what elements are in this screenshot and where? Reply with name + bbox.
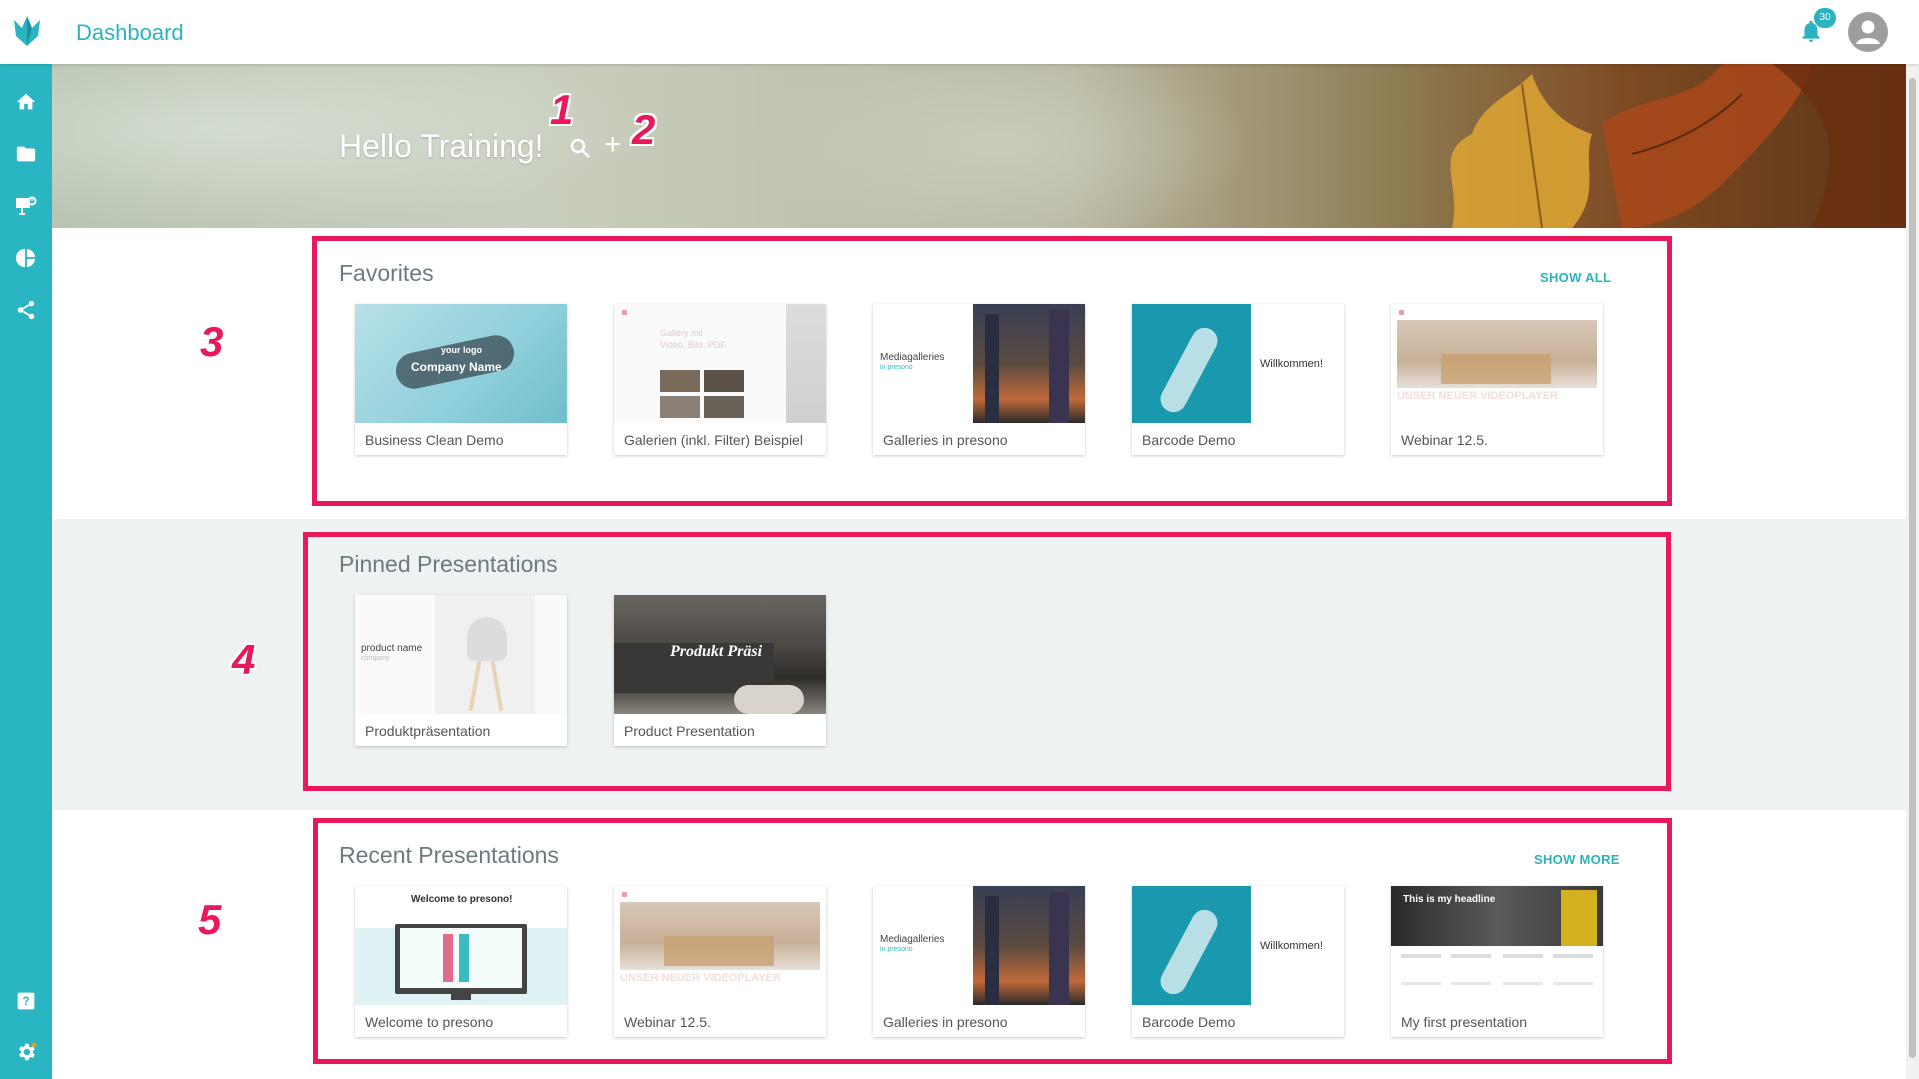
search-icon[interactable] (568, 136, 592, 160)
sidebar-item-home[interactable] (12, 88, 40, 116)
notification-badge: 30 (1814, 8, 1836, 28)
annotation-number: 2 (632, 106, 656, 153)
svg-text:?: ? (22, 995, 29, 1008)
annotation-box-favorites (312, 236, 1672, 506)
hero-banner (52, 64, 1906, 228)
annotation-number: 3 (200, 318, 224, 365)
pie-chart-icon (15, 248, 36, 268)
folder-icon (16, 146, 36, 162)
sidebar-item-share[interactable] (12, 296, 40, 324)
add-presentation-button[interactable]: + (604, 130, 622, 160)
greeting-heading: Hello Training! (339, 128, 544, 164)
top-bar: Dashboard 30 (0, 0, 1919, 64)
sidebar-item-settings[interactable] (12, 1038, 40, 1066)
help-icon: ? (17, 992, 35, 1010)
share-icon (17, 300, 35, 320)
page-title: Dashboard (76, 20, 184, 45)
annotation-box-pinned (303, 532, 1671, 791)
annotation-number: 1 (550, 86, 574, 133)
sidebar: ? (0, 64, 52, 1079)
user-icon (1856, 20, 1880, 44)
annotation-number: 4 (232, 636, 256, 683)
scrollbar-thumb[interactable] (1909, 78, 1916, 1058)
annotation-box-recent (313, 818, 1672, 1064)
avatar[interactable] (1848, 12, 1888, 52)
gear-icon (19, 1042, 37, 1061)
sidebar-item-help[interactable]: ? (12, 987, 40, 1015)
app-logo-icon[interactable] (12, 14, 42, 48)
sidebar-item-presentations[interactable] (12, 192, 40, 220)
page-scrollbar[interactable] (1906, 64, 1919, 1079)
sidebar-item-statistics[interactable] (12, 244, 40, 272)
autumn-leaf-image (1450, 64, 1906, 228)
annotation-number: 5 (198, 896, 222, 943)
sidebar-item-files[interactable] (12, 140, 40, 168)
home-icon (16, 93, 36, 110)
presentation-icon (16, 196, 37, 215)
